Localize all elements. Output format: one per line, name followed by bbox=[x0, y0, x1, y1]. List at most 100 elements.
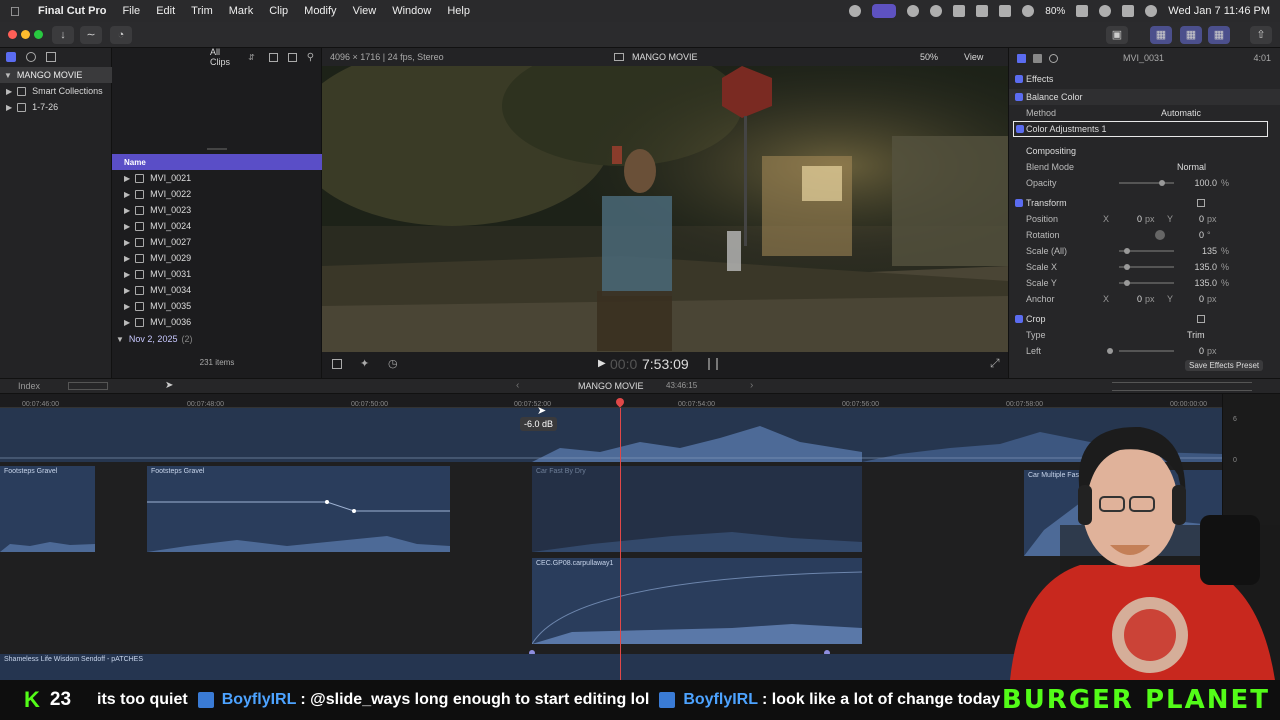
show-browser-button[interactable]: ▦ bbox=[1150, 26, 1172, 44]
disclosure-closed-icon[interactable]: ▶ bbox=[124, 254, 130, 263]
apple-icon[interactable]:  bbox=[10, 4, 24, 19]
info-icon[interactable] bbox=[1049, 53, 1058, 63]
menu-app-name[interactable]: Final Cut Pro bbox=[38, 5, 106, 17]
status-icon[interactable] bbox=[907, 5, 920, 17]
slider-knob[interactable] bbox=[1124, 248, 1130, 254]
clip-appearance-icons[interactable] bbox=[68, 382, 108, 390]
splitter-handle[interactable] bbox=[207, 148, 227, 150]
playhead-handle[interactable] bbox=[614, 396, 626, 408]
timeline-index-button[interactable]: Index bbox=[18, 381, 40, 391]
titles-generators-tab-icon[interactable] bbox=[46, 52, 56, 62]
clip-list-item[interactable]: ▶ MVI_0034 bbox=[124, 282, 191, 298]
video-frame[interactable] bbox=[322, 66, 1008, 352]
rotation-value[interactable]: 0 bbox=[1199, 230, 1204, 240]
sidebar-item-smart-collections[interactable]: ▶ Smart Collections bbox=[6, 83, 103, 99]
share-window-button[interactable]: ▣ bbox=[1106, 26, 1128, 44]
timeline-tools-icons[interactable] bbox=[1112, 382, 1252, 391]
volume-icon[interactable] bbox=[953, 5, 966, 17]
minimize-window-button[interactable] bbox=[21, 30, 30, 39]
siri-icon[interactable] bbox=[1145, 5, 1158, 17]
clip-filter-select[interactable]: All Clips bbox=[210, 47, 242, 67]
disclosure-closed-icon[interactable]: ▶ bbox=[6, 87, 12, 96]
clip-list-item[interactable]: ▶ MVI_0029 bbox=[124, 250, 191, 266]
checkbox-icon[interactable] bbox=[1016, 125, 1024, 133]
enhance-icon[interactable]: ✦ bbox=[360, 357, 369, 370]
opacity-slider[interactable] bbox=[1119, 182, 1174, 184]
color-inspector-icon[interactable] bbox=[1033, 53, 1042, 63]
crop-left-slider[interactable] bbox=[1119, 350, 1174, 352]
disclosure-closed-icon[interactable]: ▶ bbox=[124, 238, 130, 247]
onscreen-control-icon[interactable] bbox=[1197, 315, 1205, 323]
menu-file[interactable]: File bbox=[122, 5, 140, 17]
menu-view[interactable]: View bbox=[353, 5, 377, 17]
section-compositing[interactable]: Compositing bbox=[1009, 143, 1280, 159]
sidebar-item-event[interactable]: ▶ 1-7-26 bbox=[6, 99, 58, 115]
method-select[interactable]: Automatic bbox=[1161, 108, 1201, 118]
audio-clip[interactable]: Footsteps Gravel bbox=[0, 466, 95, 552]
display-icon[interactable] bbox=[999, 5, 1012, 17]
import-button[interactable]: ↓ bbox=[52, 26, 74, 44]
group-header[interactable]: ▼ Nov 2, 2025 (2) bbox=[116, 331, 192, 347]
select-tool-icon[interactable]: ➤ bbox=[165, 380, 173, 391]
disclosure-closed-icon[interactable]: ▶ bbox=[124, 190, 130, 199]
disclosure-closed-icon[interactable]: ▶ bbox=[124, 302, 130, 311]
save-effects-preset-button[interactable]: Save Effects Preset bbox=[1185, 360, 1264, 371]
speed-icon[interactable]: ◷ bbox=[388, 357, 398, 370]
checkbox-icon[interactable] bbox=[1015, 315, 1023, 323]
slider-knob[interactable] bbox=[1159, 180, 1165, 186]
checkbox-icon[interactable] bbox=[1015, 93, 1023, 101]
effect-color-adjustments[interactable]: Color Adjustments 1 bbox=[1013, 121, 1268, 137]
timeline-project-title[interactable]: MANGO MOVIE bbox=[578, 381, 644, 391]
disclosure-open-icon[interactable]: ▼ bbox=[116, 335, 124, 344]
menu-edit[interactable]: Edit bbox=[156, 5, 175, 17]
wifi-icon[interactable] bbox=[1022, 5, 1035, 17]
effect-balance-color[interactable]: Balance Color bbox=[1009, 89, 1280, 105]
disclosure-closed-icon[interactable]: ▶ bbox=[124, 286, 130, 295]
menu-trim[interactable]: Trim bbox=[191, 5, 213, 17]
history-back-icon[interactable]: ‹ bbox=[516, 380, 519, 391]
anchor-y-value[interactable]: 0 bbox=[1199, 294, 1204, 304]
battery-icon[interactable] bbox=[1076, 5, 1089, 17]
clip-list-item[interactable]: ▶ MVI_0035 bbox=[124, 298, 191, 314]
section-effects[interactable]: Effects bbox=[1009, 71, 1280, 87]
clip-list-item[interactable]: ▶ MVI_0021 bbox=[124, 170, 191, 186]
disclosure-closed-icon[interactable]: ▶ bbox=[124, 270, 130, 279]
creative-cloud-icon[interactable] bbox=[849, 5, 862, 17]
menu-window[interactable]: Window bbox=[392, 5, 431, 17]
crop-left-value[interactable]: 0 bbox=[1199, 346, 1204, 356]
clip-list-item[interactable]: ▶ MVI_0023 bbox=[124, 202, 191, 218]
keywords-button[interactable]: ∼ bbox=[80, 26, 102, 44]
play-button[interactable]: ▶ bbox=[598, 358, 606, 369]
checkbox-icon[interactable] bbox=[1015, 199, 1023, 207]
position-y-value[interactable]: 0 bbox=[1199, 214, 1204, 224]
crop-tool-icon[interactable] bbox=[332, 359, 342, 369]
view-menu[interactable]: View bbox=[964, 52, 983, 62]
clip-list-item[interactable]: ▶ MVI_0027 bbox=[124, 234, 191, 250]
menu-help[interactable]: Help bbox=[447, 5, 470, 17]
control-center-icon[interactable] bbox=[1122, 5, 1135, 17]
recording-indicator-icon[interactable] bbox=[872, 4, 897, 18]
opacity-value[interactable]: 100.0 bbox=[1194, 178, 1217, 188]
audio-clip[interactable]: Car Fast By Dry bbox=[532, 466, 862, 552]
clip-list-item[interactable]: ▶ MVI_0031 bbox=[124, 266, 191, 282]
menu-clip[interactable]: Clip bbox=[269, 5, 288, 17]
rotation-dial[interactable] bbox=[1155, 230, 1165, 240]
background-tasks-button[interactable]: ◔ bbox=[110, 26, 132, 44]
checkbox-icon[interactable] bbox=[1015, 75, 1023, 83]
audio-clip[interactable]: CEC.GP08.carpullaway1 bbox=[532, 558, 862, 644]
slider-knob[interactable] bbox=[1124, 264, 1130, 270]
playhead-line[interactable] bbox=[620, 408, 621, 680]
disclosure-closed-icon[interactable]: ▶ bbox=[124, 206, 130, 215]
scale-all-value[interactable]: 135 bbox=[1202, 246, 1217, 256]
anchor-x-value[interactable]: 0 bbox=[1137, 294, 1142, 304]
share-button[interactable]: ⇧ bbox=[1250, 26, 1272, 44]
crop-type-select[interactable]: Trim bbox=[1187, 330, 1205, 340]
blend-mode-select[interactable]: Normal bbox=[1177, 162, 1206, 172]
library-mango-movie[interactable]: ▼ MANGO MOVIE bbox=[0, 67, 112, 83]
disclosure-closed-icon[interactable]: ▶ bbox=[124, 222, 130, 231]
menu-modify[interactable]: Modify bbox=[304, 5, 336, 17]
section-transform[interactable]: Transform bbox=[1009, 195, 1280, 211]
scale-x-value[interactable]: 135.0 bbox=[1194, 262, 1217, 272]
search-icon[interactable] bbox=[1099, 5, 1112, 17]
photos-audio-tab-icon[interactable] bbox=[26, 52, 36, 62]
